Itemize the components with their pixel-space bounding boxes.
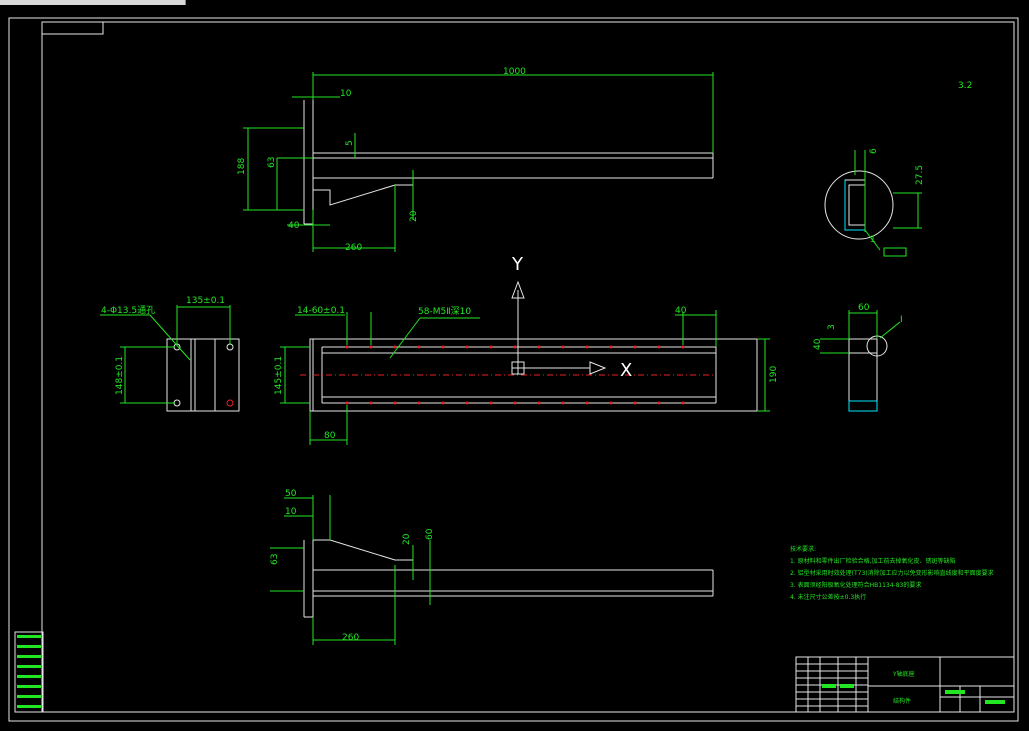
dim-20-bottom: 20 <box>402 533 412 545</box>
dim-10-bottom: 10 <box>285 507 297 517</box>
titleblock-part: 结构件 <box>893 697 911 705</box>
dim-20: 20 <box>409 210 419 222</box>
inner-frame <box>41 21 1015 713</box>
dim-40-end: 40 <box>675 306 687 316</box>
dim-14-pitch: 14-60±0.1 <box>297 306 345 316</box>
note-4: 4. 未注尺寸公差按±0.3执行 <box>790 593 866 601</box>
dim-10: 10 <box>340 89 352 99</box>
detail-callout-label: I <box>900 315 903 325</box>
dim-190: 190 <box>769 366 779 383</box>
dim-50: 50 <box>285 489 297 499</box>
dim-3: 3 <box>827 324 837 330</box>
titleblock-name: Y轴底座 <box>892 670 915 678</box>
dim-135: 135±0.1 <box>186 296 225 306</box>
dim-40: 40 <box>288 221 300 231</box>
left-end-view: 135±0.1 4-Φ13.5通孔 148±0.1 <box>100 296 240 412</box>
axis-x-label: X <box>620 360 632 381</box>
top-profile-view: 1000 10 5 188 63 40 20 260 <box>237 67 714 253</box>
dim-63-bottom: 63 <box>270 554 280 565</box>
cad-drawing: 1000 10 5 188 63 40 20 260 135±0.1 4-Φ13… <box>8 17 1019 722</box>
detail-view: 6 27.5 1 <box>824 148 925 257</box>
dim-1: 1 <box>870 235 876 245</box>
dim-188: 188 <box>237 158 247 175</box>
note-3: 3. 表面须经阳极氧化处理符合HB1134-83的要求 <box>790 581 921 589</box>
frame-corner-box <box>41 21 104 35</box>
dim-1000: 1000 <box>503 67 526 77</box>
notes-title: 技术要求: <box>790 545 816 553</box>
dim-60-bottom: 60 <box>425 528 435 540</box>
dim-260-bottom: 260 <box>342 633 359 643</box>
axis-y-label: Y <box>511 254 524 275</box>
dim-145: 145±0.1 <box>274 356 284 395</box>
dim-4-hole: 4-Φ13.5通孔 <box>101 305 155 316</box>
surface-finish-symbol: 3.2 <box>958 81 972 91</box>
dim-80: 80 <box>324 431 336 441</box>
technical-notes: 技术要求: 1. 原材料和零件出厂检验合格,加工前去掉氧化皮、锈斑等缺陷 2. … <box>790 545 994 601</box>
dim-260: 260 <box>345 243 362 253</box>
dim-27-5: 27.5 <box>915 165 925 185</box>
dim-40-section: 40 <box>813 338 823 350</box>
dim-6: 6 <box>869 148 879 154</box>
bottom-profile-view: 50 10 63 20 60 260 <box>270 489 714 645</box>
outer-frame <box>8 17 1019 722</box>
dim-148: 148±0.1 <box>115 356 125 395</box>
left-legend-strip <box>14 631 44 713</box>
right-section-view: 60 3 40 I <box>813 303 903 412</box>
note-1: 1. 原材料和零件出厂检验合格,加工前去掉氧化皮、锈斑等缺陷 <box>790 557 956 565</box>
dim-5: 5 <box>345 140 355 146</box>
title-block: Y轴底座 结构件 <box>795 656 1015 713</box>
main-plan-view: Y X 14-60±0.1 58-M5Ⅱ深10 40 145±0.1 190 8… <box>274 254 779 445</box>
note-2: 2. 铝型材采用时效处理(T73)消除加工应力以免变形影响直线度和平面度要求 <box>790 569 994 577</box>
dim-58-thread: 58-M5Ⅱ深10 <box>418 306 471 317</box>
dim-63: 63 <box>267 157 277 168</box>
dim-60: 60 <box>858 303 870 313</box>
